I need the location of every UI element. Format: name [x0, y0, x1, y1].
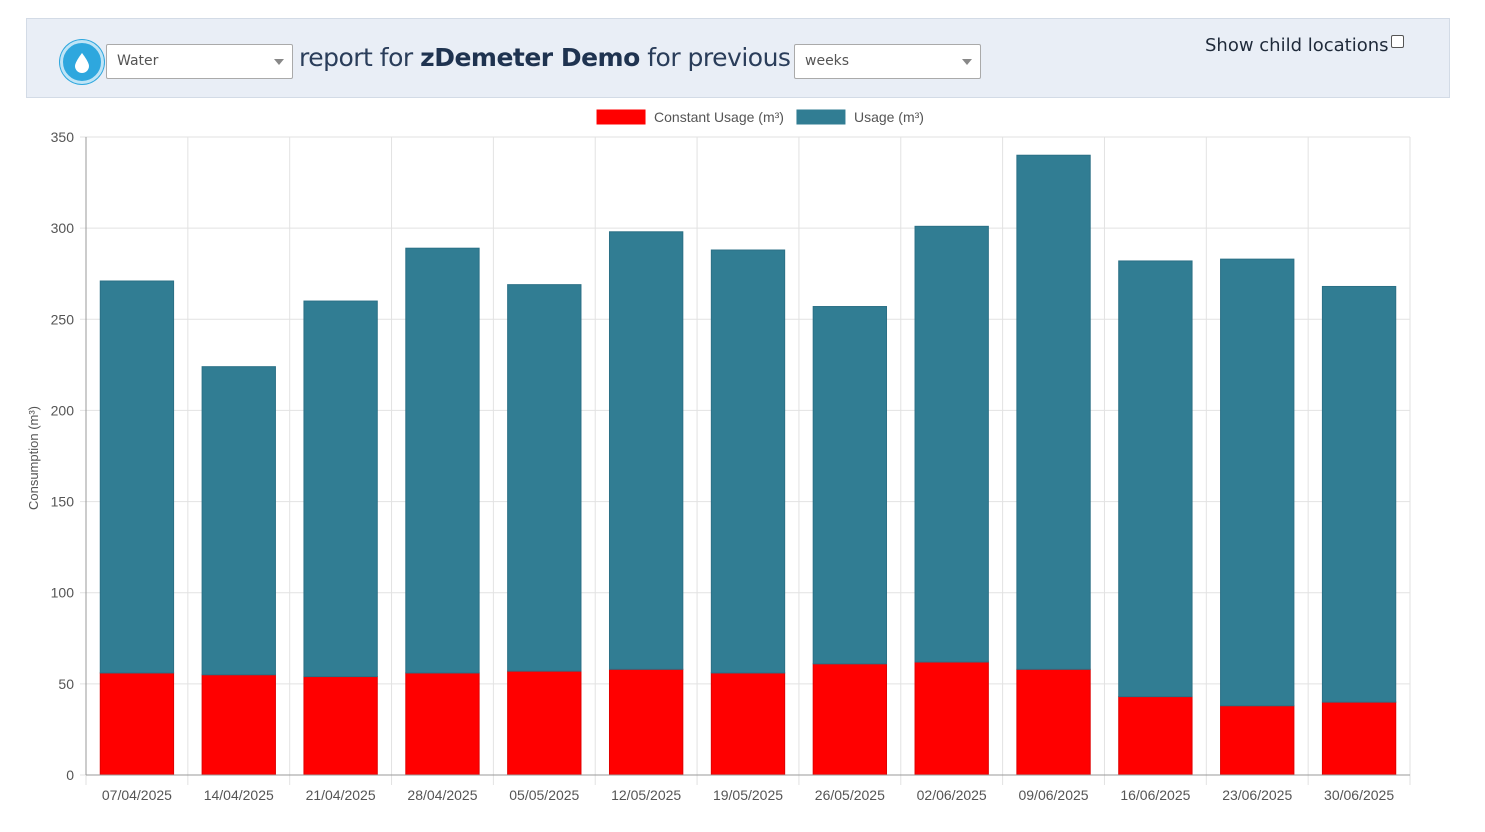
- x-tick-label: 12/05/2025: [611, 787, 681, 803]
- bar-constant-usage: [710, 672, 786, 776]
- legend-swatch: [795, 108, 847, 126]
- show-child-checkbox[interactable]: [1390, 35, 1404, 48]
- legend-label: Usage (m³): [854, 109, 924, 125]
- bar-constant-usage: [1016, 668, 1091, 776]
- show-child-locations[interactable]: Show child locations: [1205, 35, 1404, 56]
- y-tick-label: 0: [66, 767, 74, 783]
- x-tick-label: 14/04/2025: [204, 787, 274, 803]
- bar-usage: [812, 306, 888, 665]
- bar-constant-usage: [405, 672, 480, 776]
- bar-constant-usage: [303, 676, 378, 776]
- x-tick-label: 26/05/2025: [815, 787, 885, 803]
- bar-usage: [1016, 154, 1091, 670]
- bar-usage: [608, 231, 684, 670]
- period-select[interactable]: weeks: [794, 44, 981, 79]
- period-select-value: weeks: [805, 53, 850, 69]
- bar-usage: [201, 366, 276, 676]
- bar-usage: [1118, 260, 1193, 698]
- water-drop-icon: [60, 40, 104, 84]
- bar-usage: [303, 300, 378, 678]
- show-child-label: Show child locations: [1205, 35, 1389, 56]
- x-tick-label: 09/06/2025: [1018, 787, 1088, 803]
- y-tick-label: 250: [51, 311, 75, 327]
- y-tick-label: 350: [51, 129, 75, 145]
- bar-constant-usage: [1118, 696, 1193, 776]
- y-tick-label: 200: [51, 402, 75, 418]
- resource-select[interactable]: Water: [106, 44, 293, 79]
- bar-usage: [99, 280, 175, 674]
- y-axis-title: Consumption (m³): [26, 406, 41, 510]
- chevron-down-icon: [274, 59, 284, 65]
- x-tick-label: 19/05/2025: [713, 787, 783, 803]
- bar-constant-usage: [608, 668, 684, 776]
- x-tick-label: 05/05/2025: [509, 787, 579, 803]
- x-tick-label: 30/06/2025: [1324, 787, 1394, 803]
- chart-bars: [99, 154, 1397, 776]
- resource-select-value: Water: [117, 53, 159, 69]
- bar-constant-usage: [812, 663, 888, 776]
- x-tick-label: 21/04/2025: [306, 787, 376, 803]
- x-tick-label: 16/06/2025: [1120, 787, 1190, 803]
- legend-label: Constant Usage (m³): [654, 109, 784, 125]
- chart-legend: Constant Usage (m³) Usage (m³): [595, 108, 924, 126]
- bar-usage: [710, 249, 786, 674]
- report-prefix: report for: [299, 43, 413, 72]
- bar-constant-usage: [1321, 701, 1397, 776]
- bar-constant-usage: [201, 674, 276, 776]
- x-tick-label: 28/04/2025: [407, 787, 477, 803]
- consumption-chart: 0 50 100 150 200 250 300 350 07/04/2025 14/04/202…: [26, 108, 1411, 803]
- y-tick-label: 50: [58, 676, 74, 692]
- chevron-down-icon: [962, 59, 972, 65]
- bar-constant-usage: [1220, 705, 1295, 776]
- bar-usage: [405, 247, 480, 674]
- bar-usage: [1220, 258, 1295, 707]
- x-tick-label: 07/04/2025: [102, 787, 172, 803]
- legend-swatch: [595, 108, 647, 126]
- bar-usage: [1321, 285, 1397, 703]
- bar-constant-usage: [507, 670, 582, 776]
- y-tick-label: 100: [51, 585, 75, 601]
- report-header: Water report for zDemeter Demo for previ…: [26, 18, 1450, 98]
- bar-constant-usage: [914, 661, 989, 776]
- bar-constant-usage: [99, 672, 175, 776]
- report-title: report for zDemeter Demo for previous 13: [299, 43, 829, 72]
- y-tick-label: 150: [51, 494, 75, 510]
- bar-usage: [914, 225, 989, 663]
- x-tick-label: 02/06/2025: [917, 787, 987, 803]
- x-tick-label: 23/06/2025: [1222, 787, 1292, 803]
- location-name: zDemeter Demo: [420, 43, 640, 72]
- bar-usage: [507, 284, 582, 672]
- y-tick-label: 300: [51, 220, 75, 236]
